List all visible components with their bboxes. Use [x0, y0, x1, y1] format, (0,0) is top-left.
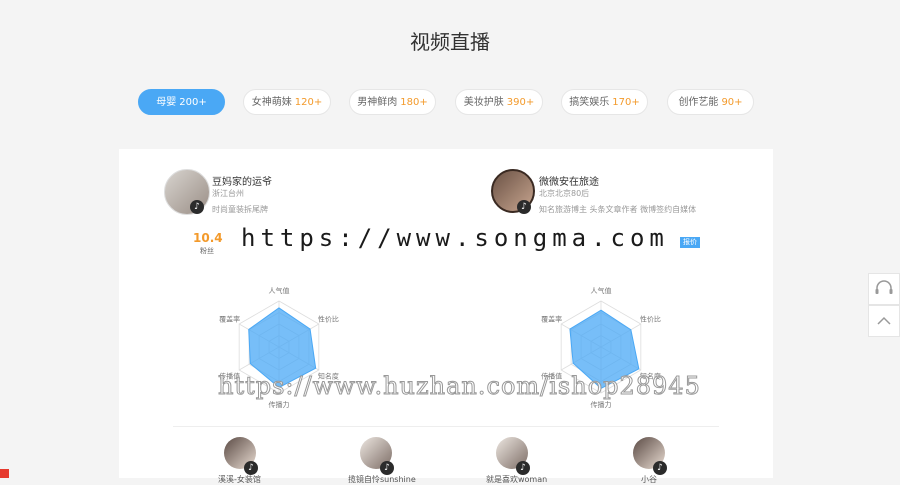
radar-axis-label: 覆盖率 [541, 315, 562, 324]
fans-label: 粉丝 [200, 247, 214, 255]
radar-axis-label: 性价比 [640, 315, 661, 324]
tab-count: 90+ [721, 97, 743, 108]
report-button[interactable]: 报价 [680, 237, 700, 248]
influencer-panel: ♪ 豆妈家的运爷 浙江台州 时尚童装拆尾牌 10.4 粉丝 人气值 性价比 知名度传… [119, 149, 773, 484]
tab-muying[interactable]: 母婴 200+ [138, 89, 225, 115]
influencer-desc: 时尚童装拆尾牌 [212, 205, 268, 214]
influencer-location: 浙江台州 [212, 189, 244, 198]
headset-icon [875, 280, 893, 294]
tab-count: 180+ [400, 97, 428, 108]
tab-nanshen[interactable]: 男神鲜肉 180+ [349, 89, 436, 115]
douyin-icon: ♪ [380, 461, 394, 475]
tab-count: 200+ [179, 97, 207, 108]
influencer-name[interactable]: 就是喜欢woman [486, 474, 547, 485]
radar-axis-label: 传播力 [269, 400, 290, 409]
radar-axis-label: 性价比 [318, 315, 339, 324]
chevron-up-icon [877, 316, 891, 325]
watermark-songma: https://www.songma.com [241, 224, 669, 252]
influencer-location: 北京北京80后 [539, 189, 590, 198]
radar-axis-label: 人气值 [269, 286, 290, 295]
tab-count: 120+ [294, 97, 323, 108]
douyin-icon: ♪ [517, 200, 531, 214]
radar-axis-label: 覆盖率 [219, 315, 240, 324]
influencer-name[interactable]: 揽镜自怜sunshine [348, 474, 416, 485]
douyin-icon: ♪ [653, 461, 667, 475]
tab-meizhuang[interactable]: 美妆护肤 390+ [455, 89, 543, 115]
influencer-name[interactable]: 微微安在旅途 [539, 173, 599, 188]
corner-logo [0, 469, 9, 478]
douyin-icon: ♪ [244, 461, 258, 475]
tab-label: 美妆护肤 [463, 97, 504, 108]
douyin-icon: ♪ [516, 461, 530, 475]
radar-axis-label: 传播力 [591, 400, 612, 409]
tab-label: 母婴 [156, 97, 177, 108]
tab-count: 170+ [612, 97, 640, 108]
tab-label: 女神萌妹 [251, 97, 292, 108]
influencer-name[interactable]: 小谷 [641, 474, 657, 485]
radar-axis-label: 人气值 [591, 286, 612, 295]
tab-label: 男神鲜肉 [357, 97, 398, 108]
influencer-name[interactable]: 豆妈家的运爷 [212, 173, 272, 188]
influencer-name[interactable]: 溪溪-女装馆 [218, 474, 261, 485]
tab-count: 390+ [506, 97, 535, 108]
influencer-desc: 知名旅游博主 头条文章作者 微博签约自媒体 [539, 205, 697, 214]
customer-service-button[interactable] [868, 273, 900, 305]
tab-nvshen[interactable]: 女神萌妹 120+ [243, 89, 331, 115]
fans-value: 10.4 [193, 231, 223, 245]
tab-label: 创作艺能 [678, 97, 719, 108]
watermark-huzhan: https://www.huzhan.com/ishop28945 [218, 372, 701, 401]
section-title: 视频直播 [410, 30, 490, 54]
back-to-top-button[interactable] [868, 305, 900, 337]
divider [173, 426, 719, 427]
douyin-icon: ♪ [190, 200, 204, 214]
tab-gaoxiao[interactable]: 搞笑娱乐 170+ [561, 89, 648, 115]
tab-label: 搞笑娱乐 [569, 97, 610, 108]
tab-chuangzuo[interactable]: 创作艺能 90+ [667, 89, 754, 115]
